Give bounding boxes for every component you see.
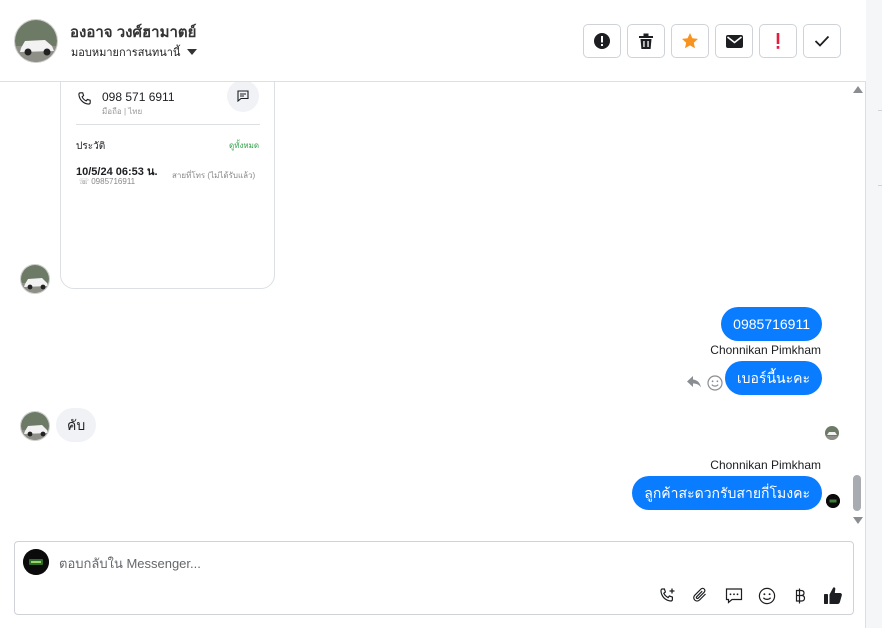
payment-button[interactable] [789,585,810,606]
emoji-button[interactable] [756,585,777,606]
exclamation-icon [776,33,780,49]
attach-button[interactable] [690,585,711,606]
side-divider [878,110,882,111]
scroll-up-arrow[interactable] [853,86,863,93]
star-button[interactable] [671,24,709,58]
add-call-button[interactable] [657,585,678,606]
saved-replies-button[interactable] [723,585,744,606]
conversation-header: องอาจ วงศ์ฮามาตย์ มอบหมายการสนทนานี้ [0,0,866,82]
envelope-icon [725,34,743,48]
done-button[interactable] [803,24,841,58]
contact-avatar[interactable] [14,19,58,63]
contact-avatar-small[interactable] [20,411,50,441]
header-actions [583,24,841,58]
contact-name: องอาจ วงศ์ฮามาตย์ [70,24,197,41]
incoming-message-bubble[interactable]: คับ [56,408,97,442]
paperclip-icon [692,587,706,602]
spam-button[interactable] [583,24,621,58]
seen-avatar [825,426,839,440]
sender-name: Chonnikan Pimkham [710,458,821,472]
history-label: ประวัติ [76,141,106,152]
chat-bubble-icon [725,587,742,604]
call-status: สายที่โทร (ไม่ได้รับแล้ว) [172,171,256,180]
side-divider [878,185,882,186]
reply-composer [14,541,854,615]
outgoing-message-bubble[interactable]: ลูกค้าสะดวกรับสายกี่โมงคะ [632,476,822,510]
scroll-down-arrow[interactable] [853,517,863,524]
baht-icon [795,588,805,603]
phone-plus-icon [659,587,674,602]
caret-down-icon [187,49,198,55]
thumbs-up-icon [823,587,842,604]
star-icon [682,33,698,49]
message-list[interactable]: 098 571 6911 มือถือ | ไทย ประวัติ ดูทั้ง… [0,82,866,530]
card-divider [76,124,260,125]
phone-small-icon: ☏ [79,177,92,186]
phone-icon [78,92,91,105]
sender-name: Chonnikan Pimkham [710,343,821,357]
outgoing-message-bubble[interactable]: 0985716911 [721,307,822,341]
reply-icon[interactable] [686,375,702,389]
page-avatar-small [826,494,840,508]
scroll-thumb[interactable] [853,475,861,511]
conversation-panel: องอาจ วงศ์ฮามาตย์ มอบหมายการสนทนานี้ 098… [0,0,866,628]
alert-circle-icon [594,33,610,49]
important-button[interactable] [759,24,797,58]
composer-toolbar [657,585,843,606]
contact-phone-type: มือถือ | ไทย [102,107,143,116]
mark-unread-button[interactable] [715,24,753,58]
message-square-icon [237,90,249,102]
page-avatar [23,549,49,575]
react-emoji-icon[interactable] [707,375,723,391]
call-number: ☏ 0985716911 [79,177,135,186]
like-button[interactable] [822,585,843,606]
send-message-button[interactable] [227,82,259,112]
trash-icon [639,33,653,49]
message-scrollbar[interactable] [850,82,864,530]
contact-phone: 098 571 6911 [102,90,175,104]
side-panel-edge [866,0,882,628]
history-view-all-link[interactable]: ดูทั้งหมด [229,139,259,152]
assign-label: มอบหมายการสนทนานี้ [71,47,181,59]
contact-info-card: 098 571 6911 มือถือ | ไทย ประวัติ ดูทั้ง… [60,82,275,289]
reply-input[interactable] [59,554,759,572]
delete-button[interactable] [627,24,665,58]
outgoing-message-bubble[interactable]: เบอร์นี้นะคะ [724,361,822,395]
smiley-icon [758,587,775,604]
call-number-text: 0985716911 [91,177,136,186]
assign-conversation-dropdown[interactable]: มอบหมายการสนทนานี้ [71,43,198,61]
checkmark-icon [814,35,830,47]
contact-avatar-small[interactable] [20,264,50,294]
